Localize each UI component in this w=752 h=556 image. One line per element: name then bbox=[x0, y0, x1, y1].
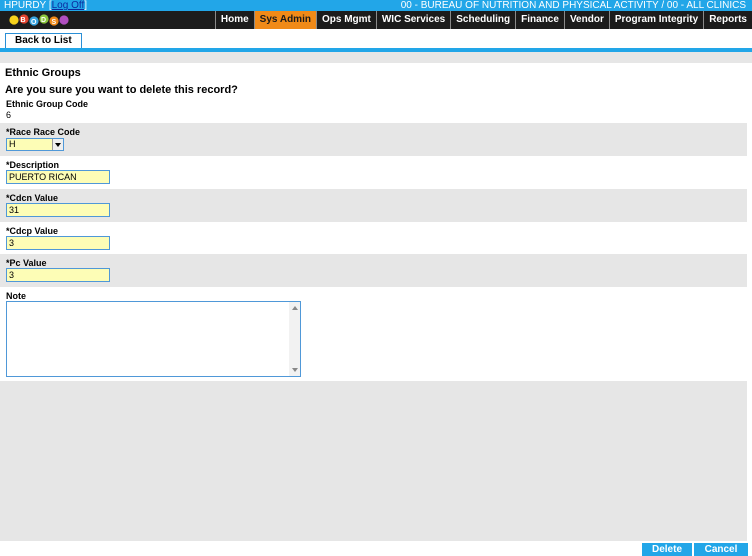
logo-letter: B bbox=[21, 17, 26, 24]
form-row-race-code: *Race Race Code H bbox=[0, 123, 747, 156]
cdcn-label: *Cdcn Value bbox=[6, 193, 59, 203]
header-band bbox=[0, 52, 752, 63]
nav-item-program-integrity[interactable]: Program Integrity bbox=[608, 11, 703, 29]
ethnic-group-code-value: 6 bbox=[6, 110, 12, 120]
log-off-link[interactable]: Log Off bbox=[52, 0, 85, 11]
note-scrollbar[interactable] bbox=[289, 302, 300, 376]
cdcp-input[interactable] bbox=[6, 236, 110, 250]
nav-item-finance[interactable]: Finance bbox=[515, 11, 564, 29]
nav-item-home[interactable]: Home bbox=[214, 11, 254, 29]
nav-item-sys-admin[interactable]: Sys Admin bbox=[253, 11, 316, 29]
toolbar: Back to List bbox=[0, 29, 752, 49]
form-row-ethnic-group-code: Ethnic Group Code 6 bbox=[0, 98, 747, 123]
race-code-label: *Race Race Code bbox=[6, 127, 81, 137]
scroll-down-icon[interactable] bbox=[292, 368, 298, 372]
scroll-up-icon[interactable] bbox=[292, 306, 298, 310]
user-info: HPURDY [Log Off] bbox=[4, 0, 88, 11]
chevron-down-icon[interactable] bbox=[52, 139, 63, 150]
content-filler bbox=[0, 381, 747, 541]
delete-confirmation-text: Are you sure you want to delete this rec… bbox=[5, 84, 238, 96]
race-code-value: H bbox=[9, 139, 16, 149]
race-code-select[interactable]: H bbox=[6, 138, 64, 151]
bods-logo: B O D S bbox=[9, 14, 69, 26]
nav-item-wic-services[interactable]: WIC Services bbox=[375, 11, 450, 29]
nav-item-ops-mgmt[interactable]: Ops Mgmt bbox=[315, 11, 376, 29]
nav-item-vendor[interactable]: Vendor bbox=[563, 11, 609, 29]
form-row-pc: *Pc Value bbox=[0, 254, 747, 287]
note-label: Note bbox=[6, 291, 26, 301]
pc-input[interactable] bbox=[6, 268, 110, 282]
top-info-bar: HPURDY [Log Off] 00 - BUREAU OF NUTRITIO… bbox=[0, 0, 752, 11]
pc-label: *Pc Value bbox=[6, 258, 47, 268]
description-input[interactable] bbox=[6, 170, 110, 184]
form-row-cdcn: *Cdcn Value bbox=[0, 189, 747, 222]
nav-item-reports[interactable]: Reports bbox=[703, 11, 752, 29]
page-title: Ethnic Groups bbox=[5, 67, 81, 79]
main-navbar: B O D S Home Sys Admin Ops Mgmt WIC Serv… bbox=[0, 11, 752, 29]
description-label: *Description bbox=[6, 160, 60, 170]
delete-button[interactable]: Delete bbox=[642, 543, 692, 556]
cdcp-label: *Cdcp Value bbox=[6, 226, 59, 236]
ethnic-group-code-label: Ethnic Group Code bbox=[6, 99, 88, 109]
form-row-description: *Description bbox=[0, 156, 747, 189]
nav-item-scheduling[interactable]: Scheduling bbox=[450, 11, 515, 29]
back-to-list-button[interactable]: Back to List bbox=[5, 33, 82, 48]
cdcn-input[interactable] bbox=[6, 203, 110, 217]
username: HPURDY bbox=[4, 0, 47, 11]
nav-menu: Home Sys Admin Ops Mgmt WIC Services Sch… bbox=[214, 11, 752, 29]
org-path: 00 - BUREAU OF NUTRITION AND PHYSICAL AC… bbox=[400, 0, 746, 11]
form-row-cdcp: *Cdcp Value bbox=[0, 222, 747, 254]
logo-letter: S bbox=[52, 19, 57, 26]
logo-letter: O bbox=[31, 19, 37, 26]
note-textarea[interactable] bbox=[6, 301, 301, 377]
cancel-button[interactable]: Cancel bbox=[694, 543, 748, 556]
logo-letter: D bbox=[41, 17, 46, 24]
